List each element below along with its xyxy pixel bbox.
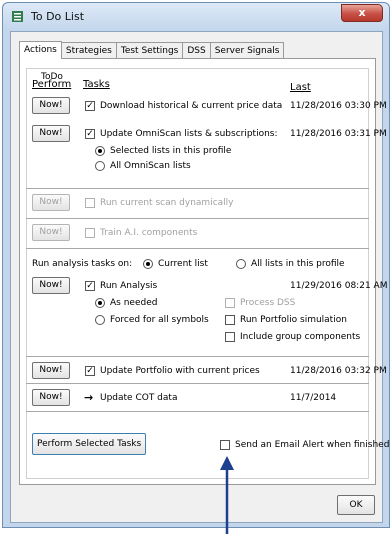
run-analysis-label: Run Analysis bbox=[100, 281, 158, 291]
download-last: 11/28/2016 03:30 PM bbox=[290, 101, 387, 111]
omniscan-now-button[interactable]: Now! bbox=[32, 125, 70, 142]
separator bbox=[26, 356, 369, 357]
separator bbox=[26, 383, 369, 384]
all-lists-label: All lists in this profile bbox=[251, 259, 345, 269]
all-omniscan-label: All OmniScan lists bbox=[110, 161, 191, 171]
current-list-radio[interactable] bbox=[143, 259, 153, 269]
update-portfolio-label: Update Portfolio with current prices bbox=[100, 366, 260, 376]
selected-lists-radio[interactable] bbox=[95, 146, 105, 156]
tab-strategies[interactable]: Strategies bbox=[60, 42, 117, 59]
process-dss-label: Process DSS bbox=[240, 298, 296, 308]
perform-selected-tasks-button[interactable]: Perform Selected Tasks bbox=[32, 433, 147, 455]
separator bbox=[26, 188, 369, 189]
ok-button[interactable]: OK bbox=[337, 495, 375, 515]
group-components-checkbox[interactable] bbox=[225, 332, 235, 342]
tab-actions[interactable]: Actions bbox=[19, 41, 62, 59]
tasks-header: Tasks bbox=[83, 79, 110, 90]
update-portfolio-checkbox[interactable]: ✓ bbox=[85, 366, 95, 376]
as-needed-label: As needed bbox=[110, 298, 158, 308]
window-title: To Do List bbox=[31, 10, 85, 23]
analysis-now-button[interactable]: Now! bbox=[32, 277, 70, 294]
list-icon bbox=[12, 11, 23, 22]
tab-strip: Actions Strategies Test Settings DSS Ser… bbox=[19, 41, 285, 59]
close-button[interactable]: x bbox=[341, 4, 383, 22]
perform-header: Perform bbox=[32, 79, 72, 90]
right-arrow-icon: → bbox=[84, 391, 94, 404]
all-lists-radio[interactable] bbox=[236, 259, 246, 269]
update-cot-label: Update COT data bbox=[100, 393, 178, 403]
run-scan-label: Run current scan dynamically bbox=[100, 198, 234, 208]
email-alert-checkbox[interactable] bbox=[220, 440, 230, 450]
todo-window: To Do List x Actions Strategies Test Set… bbox=[2, 2, 390, 528]
run-scan-now-button[interactable]: Now! bbox=[32, 194, 70, 211]
portfolio-now-button[interactable]: Now! bbox=[32, 362, 70, 379]
forced-label: Forced for all symbols bbox=[110, 315, 209, 325]
current-list-label: Current list bbox=[158, 259, 208, 269]
cot-last: 11/7/2014 bbox=[290, 393, 337, 403]
dialog-client: Actions Strategies Test Settings DSS Ser… bbox=[10, 31, 389, 523]
email-alert-label: Send an Email Alert when finished bbox=[235, 440, 390, 450]
analysis-last: 11/29/2016 08:21 AM bbox=[290, 281, 388, 291]
run-on-label: Run analysis tasks on: bbox=[32, 259, 133, 269]
omniscan-last: 11/28/2016 03:31 PM bbox=[290, 129, 387, 139]
cot-now-button[interactable]: Now! bbox=[32, 389, 70, 406]
process-dss-checkbox[interactable] bbox=[225, 298, 235, 308]
tab-test-settings[interactable]: Test Settings bbox=[115, 42, 184, 59]
portfolio-sim-label: Run Portfolio simulation bbox=[240, 315, 347, 325]
last-header: Last bbox=[290, 82, 311, 93]
train-ai-now-button[interactable]: Now! bbox=[32, 224, 70, 241]
separator bbox=[26, 218, 369, 219]
omniscan-label: Update OmniScan lists & subscriptions: bbox=[100, 129, 278, 139]
selected-lists-label: Selected lists in this profile bbox=[110, 146, 232, 156]
run-scan-checkbox[interactable] bbox=[85, 198, 95, 208]
download-label: Download historical & current price data bbox=[100, 101, 283, 111]
annotation-arrow-icon bbox=[220, 456, 234, 534]
actions-panel: ToDo Perform Tasks Last Now! ✓ Download … bbox=[19, 58, 389, 485]
separator bbox=[26, 411, 369, 412]
portfolio-sim-checkbox[interactable] bbox=[225, 315, 235, 325]
download-checkbox[interactable]: ✓ bbox=[85, 101, 95, 111]
title-bar[interactable]: To Do List x bbox=[3, 3, 389, 31]
group-components-label: Include group components bbox=[240, 332, 361, 342]
train-ai-checkbox[interactable] bbox=[85, 228, 95, 238]
all-omniscan-radio[interactable] bbox=[95, 161, 105, 171]
tab-dss[interactable]: DSS bbox=[182, 42, 211, 59]
run-analysis-checkbox[interactable]: ✓ bbox=[85, 281, 95, 291]
download-now-button[interactable]: Now! bbox=[32, 97, 70, 114]
tab-server-signals[interactable]: Server Signals bbox=[209, 42, 285, 59]
portfolio-last: 11/28/2016 03:32 PM bbox=[290, 366, 387, 376]
as-needed-radio[interactable] bbox=[95, 298, 105, 308]
forced-radio[interactable] bbox=[95, 315, 105, 325]
train-ai-label: Train A.I. components bbox=[100, 228, 198, 238]
omniscan-checkbox[interactable]: ✓ bbox=[85, 129, 95, 139]
separator bbox=[26, 248, 369, 249]
